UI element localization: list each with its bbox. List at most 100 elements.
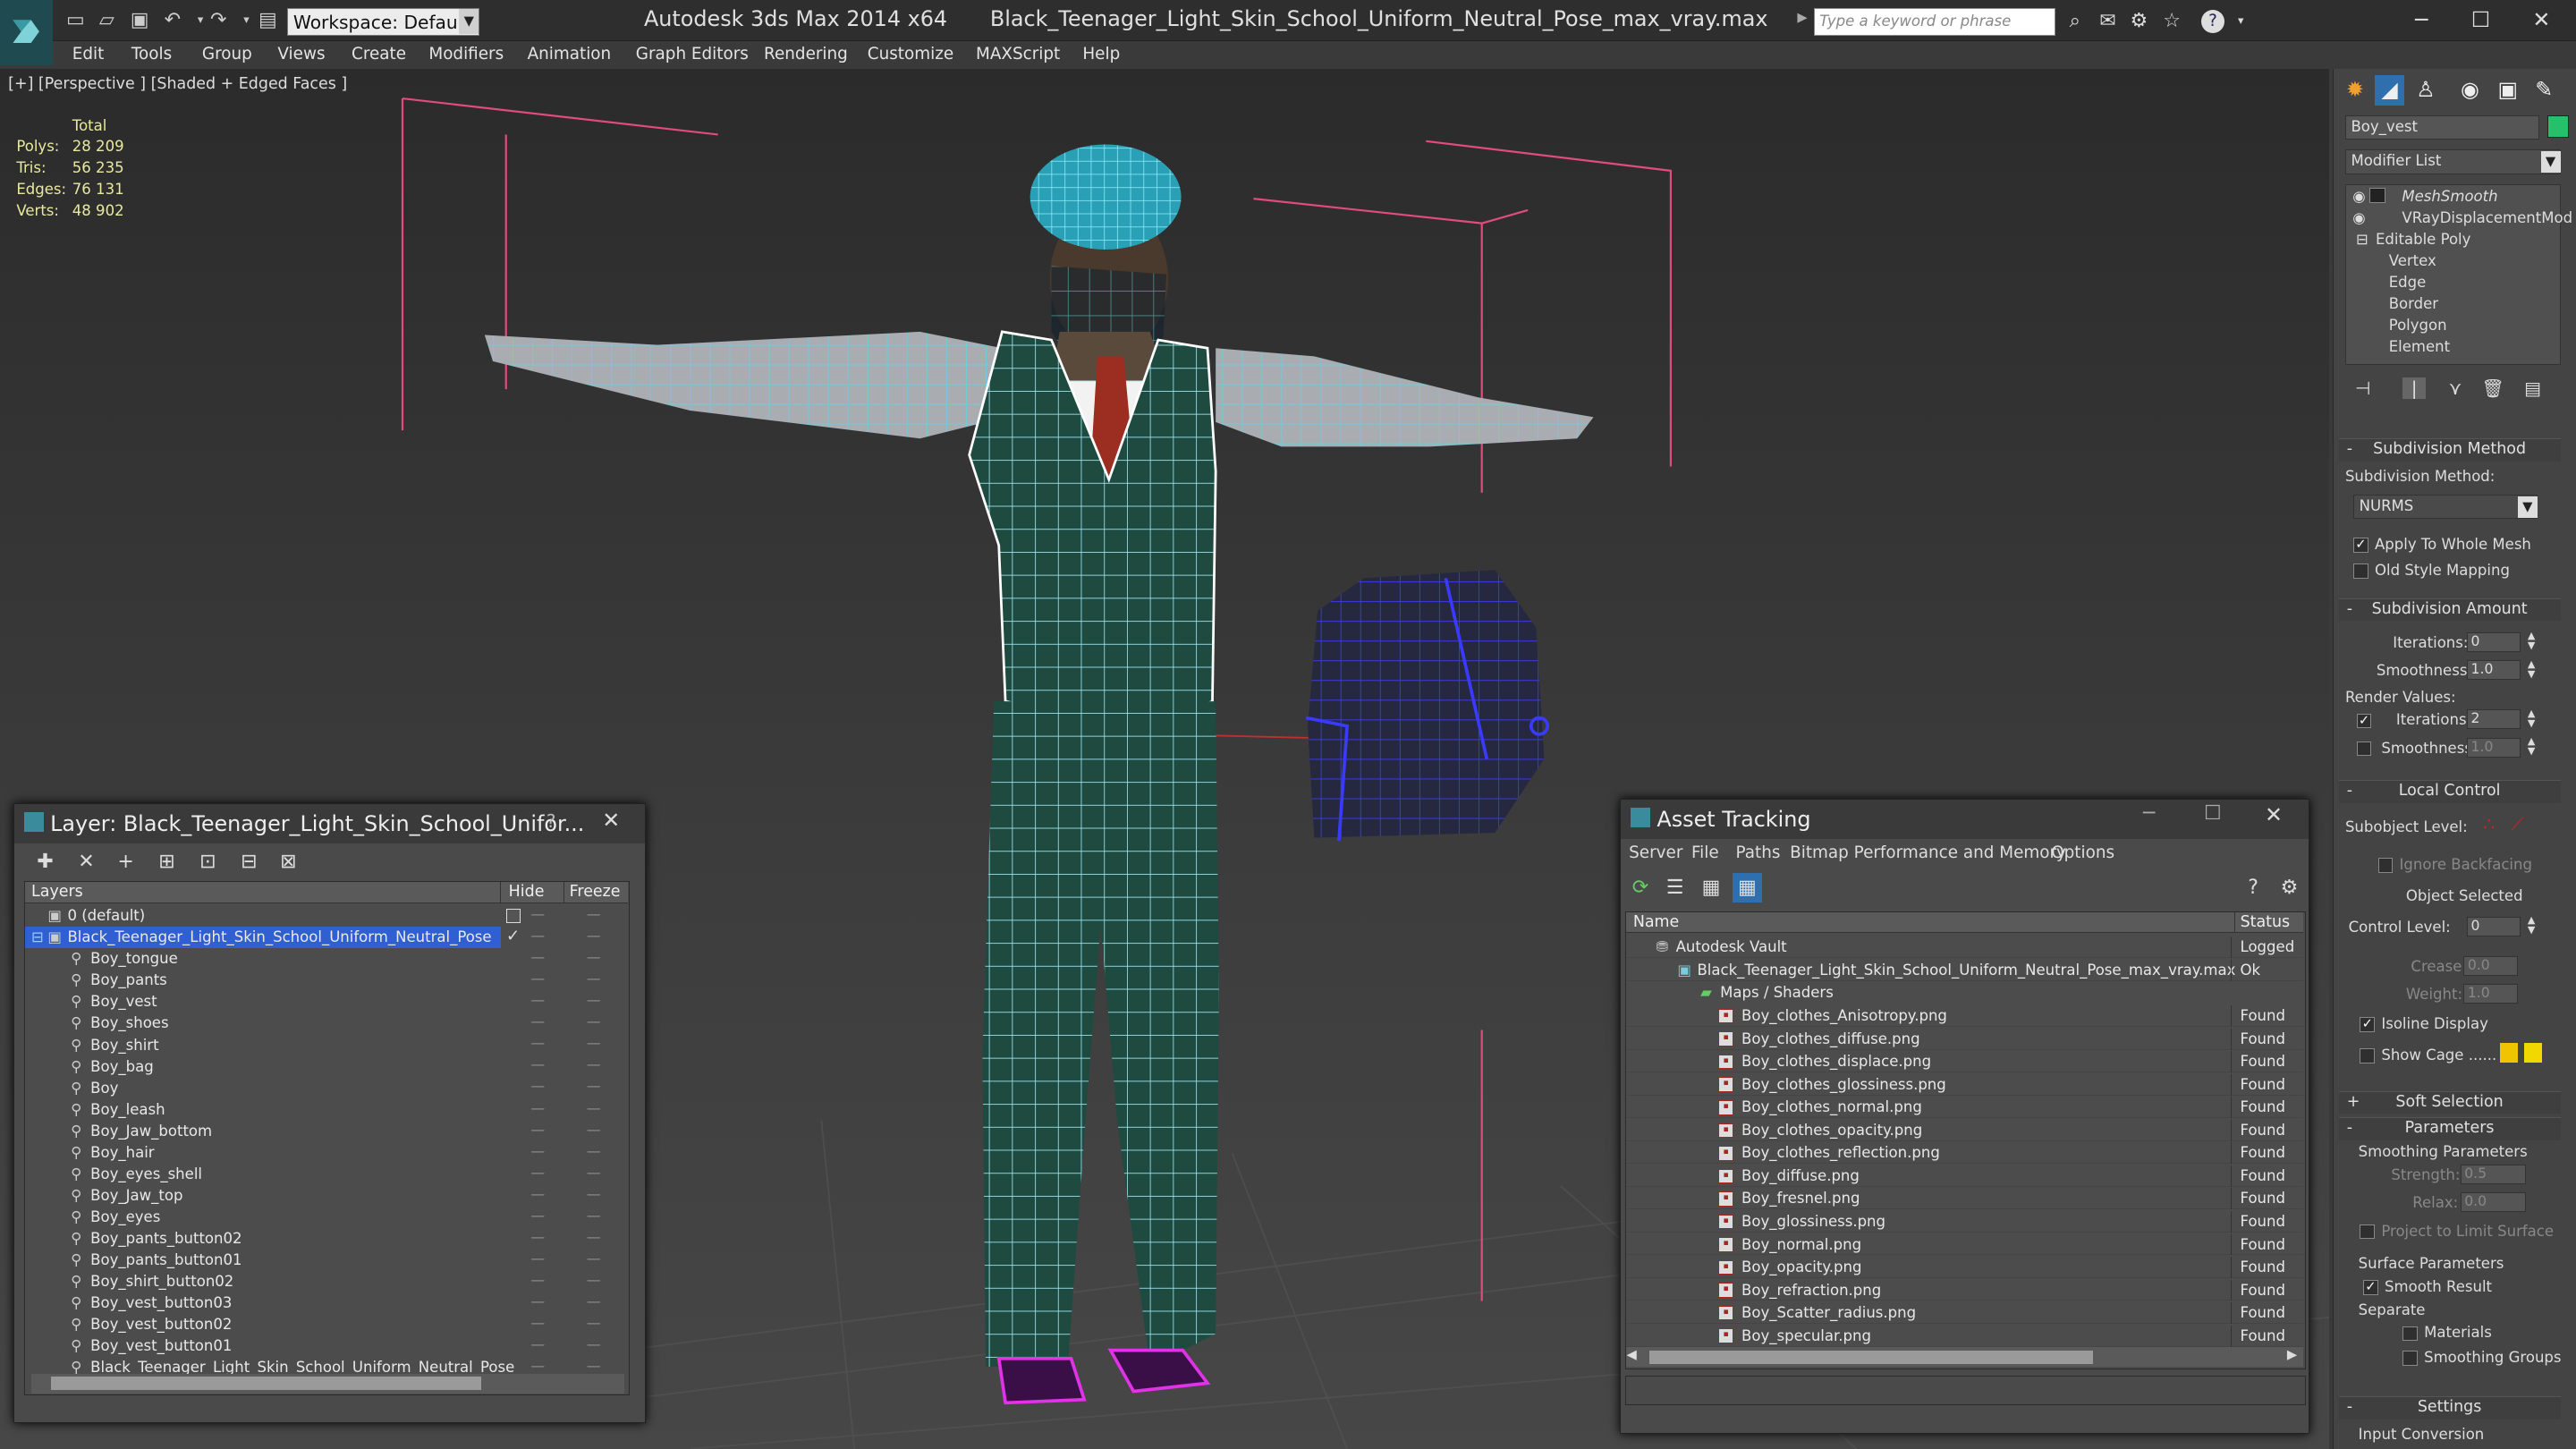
hide-toggle[interactable]: ----: [530, 1359, 545, 1374]
hide-toggle[interactable]: ----: [530, 1208, 545, 1224]
hide-toggle[interactable]: ----: [530, 1036, 545, 1051]
layer-object-row[interactable]: ⚲ Boy_shirt_button02: [25, 1271, 502, 1292]
freeze-toggle[interactable]: ----: [587, 1123, 601, 1138]
layer-object-row[interactable]: ⚲ Boy_tongue: [25, 948, 502, 970]
apply-whole-mesh-checkbox[interactable]: ✓ Apply To Whole Mesh: [2353, 536, 2531, 553]
layer-object-row[interactable]: ⚲ Boy_vest_button03: [25, 1292, 502, 1314]
asset-row-vault[interactable]: ⛃ Autodesk Vault Logged: [1626, 936, 2304, 958]
delete-layer-icon[interactable]: ✕: [72, 847, 101, 877]
close-icon[interactable]: ✕: [2265, 802, 2283, 827]
smoothness-spinner[interactable]: 1.0: [2466, 660, 2521, 681]
hide-toggle[interactable]: ----: [530, 907, 545, 922]
asset-row[interactable]: ▪ Boy_clothes_Anisotropy.png Found: [1626, 1005, 2304, 1028]
create-tab-icon[interactable]: ✹: [2340, 75, 2369, 105]
crease-spinner[interactable]: 0.0: [2463, 955, 2518, 976]
hide-toggle[interactable]: ----: [530, 971, 545, 987]
spinner-arrows-icon[interactable]: ▲ ▼: [2528, 915, 2535, 935]
hide-toggle[interactable]: ----: [530, 928, 545, 944]
hide-toggle[interactable]: ----: [530, 1144, 545, 1159]
hide-toggle[interactable]: ----: [530, 1123, 545, 1138]
menu-rendering[interactable]: Rendering: [764, 45, 848, 64]
save-file-icon[interactable]: ▣: [126, 8, 152, 33]
freeze-toggle[interactable]: ----: [587, 928, 601, 944]
object-name-field[interactable]: Boy_vest: [2344, 114, 2539, 140]
menu-group[interactable]: Group: [202, 45, 252, 64]
scroll-left-icon[interactable]: ◀: [1626, 1347, 1642, 1362]
render-iterations-checkbox[interactable]: ✓: [2356, 711, 2378, 729]
stack-item-editable-poly[interactable]: Editable Poly: [2376, 231, 2470, 248]
menu-views[interactable]: Views: [277, 45, 325, 64]
freeze-toggle[interactable]: ----: [587, 971, 601, 987]
rollout-subdivision-method[interactable]: - Subdivision Method: [2338, 438, 2561, 462]
asset-row[interactable]: ▪ Boy_opacity.png Found: [1626, 1257, 2304, 1278]
iterations-spinner[interactable]: 0: [2466, 632, 2521, 653]
layer-object-row[interactable]: ⚲ Boy_pants_button02: [25, 1228, 502, 1250]
layer-row[interactable]: ⊟ ▣ Black_Teenager_Light_Skin_School_Unifo…: [24, 927, 502, 949]
freeze-toggle[interactable]: ----: [587, 1316, 601, 1331]
smoothing-groups-checkbox[interactable]: Smoothing Groups: [2402, 1349, 2562, 1366]
highlight-layer-icon[interactable]: ⊡: [193, 847, 223, 877]
column-layers[interactable]: Layers: [31, 882, 83, 902]
layer-object-row[interactable]: ⚲ Boy_vest_button01: [25, 1335, 502, 1357]
asset-row[interactable]: ▪ Boy_clothes_glossiness.png Found: [1626, 1073, 2304, 1096]
hide-toggle[interactable]: ----: [530, 1014, 545, 1030]
light-bulb-icon[interactable]: ◉: [2352, 209, 2365, 226]
layer-object-row[interactable]: ⚲ Boy_pants_button01: [25, 1250, 502, 1271]
light-bulb-icon[interactable]: ◉: [2352, 188, 2365, 205]
expand-box-icon[interactable]: [2368, 188, 2386, 203]
hide-toggle[interactable]: ----: [530, 1101, 545, 1116]
rollout-local-control[interactable]: - Local Control: [2338, 780, 2561, 804]
hide-toggle[interactable]: ----: [530, 1165, 545, 1181]
asset-hscrollbar[interactable]: ◀ ▶: [1626, 1347, 2304, 1368]
open-file-icon[interactable]: ▱: [94, 8, 120, 33]
modify-tab-icon[interactable]: ◢: [2375, 75, 2405, 106]
menu-server[interactable]: Server: [1629, 843, 1682, 862]
spinner-arrows-icon[interactable]: ▲ ▼: [2528, 736, 2535, 756]
layer-object-row[interactable]: ⚲ Boy: [25, 1078, 502, 1099]
maximize-icon[interactable]: ☐: [2204, 802, 2222, 825]
render-iterations-spinner[interactable]: 2: [2466, 709, 2521, 730]
redo-icon[interactable]: ↷: [206, 8, 232, 33]
menu-file[interactable]: File: [1691, 843, 1719, 862]
menu-paths[interactable]: Paths: [1736, 843, 1781, 862]
cage-color-swatch-2[interactable]: [2524, 1043, 2543, 1063]
hide-toggle[interactable]: ----: [530, 1294, 545, 1309]
layer-object-row[interactable]: ⚲ Boy_vest: [25, 991, 502, 1013]
asset-path-field[interactable]: [1625, 1376, 2306, 1406]
ignore-backfacing-checkbox[interactable]: Ignore Backfacing: [2377, 856, 2532, 873]
freeze-toggle[interactable]: ----: [587, 1208, 601, 1224]
freeze-toggle[interactable]: ----: [587, 1079, 601, 1094]
modifier-list-dropdown[interactable]: Modifier List: [2344, 149, 2561, 174]
hide-toggle[interactable]: ----: [530, 1057, 545, 1072]
rollout-settings[interactable]: - Settings: [2338, 1396, 2561, 1419]
hide-all-layers-icon[interactable]: ⊟: [234, 847, 264, 877]
maximize-window-button[interactable]: ☐: [2464, 5, 2497, 35]
isoline-display-checkbox[interactable]: ✓ Isoline Display: [2360, 1015, 2488, 1032]
create-layer-icon[interactable]: ✚: [30, 847, 60, 877]
chevron-down-icon[interactable]: ▼: [2540, 150, 2561, 173]
select-layer-objects-icon[interactable]: ⊞: [152, 847, 182, 877]
subdivision-method-dropdown[interactable]: NURMS: [2353, 494, 2538, 520]
chevron-down-icon[interactable]: ▼: [2517, 496, 2538, 518]
layer-object-row[interactable]: ⚲ Boy_eyes: [25, 1207, 502, 1228]
layer-object-row[interactable]: ⚲ Boy_vest_button02: [25, 1314, 502, 1335]
vertex-level-icon[interactable]: ∴: [2483, 813, 2495, 835]
asset-row[interactable]: ▪ Boy_clothes_displace.png Found: [1626, 1051, 2304, 1073]
cage-color-swatch-1[interactable]: [2499, 1043, 2518, 1063]
app-logo-button[interactable]: [0, 0, 53, 66]
strength-spinner[interactable]: 0.5: [2460, 1165, 2526, 1185]
favorites-star-icon[interactable]: ☆: [2158, 10, 2184, 33]
close-icon[interactable]: ✕: [602, 808, 620, 833]
asset-row[interactable]: ▪ Boy_Scatter_radius.png Found: [1626, 1302, 2304, 1324]
column-status[interactable]: Status: [2234, 911, 2290, 932]
menu-bitmap-performance[interactable]: Bitmap Performance and Memory: [1790, 843, 2066, 862]
old-style-mapping-checkbox[interactable]: Old Style Mapping: [2353, 562, 2510, 579]
freeze-toggle[interactable]: ----: [587, 1251, 601, 1267]
stack-subitem-polygon[interactable]: Polygon: [2389, 317, 2447, 334]
layer-object-row[interactable]: ⚲ Boy_bag: [25, 1056, 502, 1078]
scroll-right-icon[interactable]: ▶: [2287, 1347, 2303, 1362]
rollout-parameters[interactable]: - Parameters: [2338, 1116, 2561, 1140]
motion-tab-icon[interactable]: ◉: [2455, 75, 2485, 105]
column-freeze[interactable]: Freeze: [564, 882, 621, 902]
help-search-input[interactable]: Type a keyword or phrase: [1813, 8, 2055, 37]
